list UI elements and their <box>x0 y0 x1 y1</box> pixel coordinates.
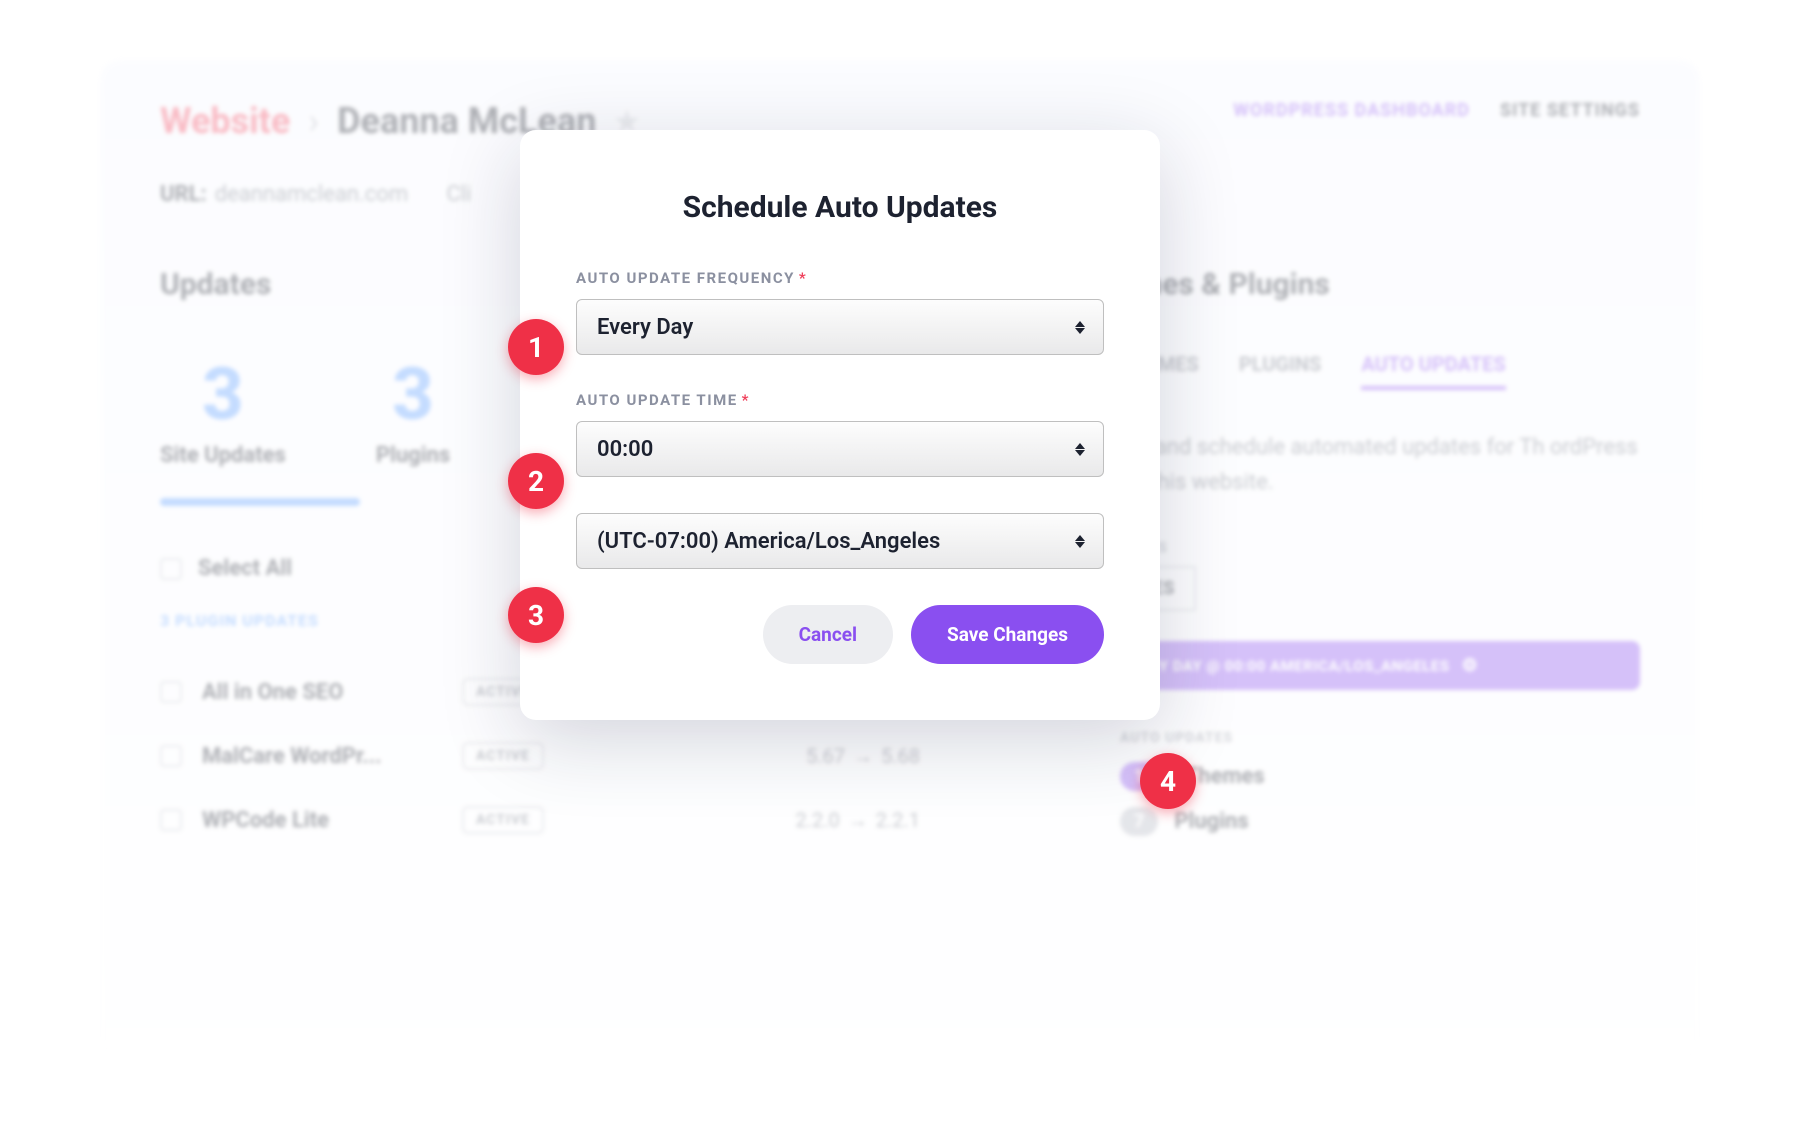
step-marker-3: 3 <box>508 587 564 643</box>
frequency-select[interactable]: Every Day <box>576 299 1104 355</box>
gear-icon[interactable]: ⚙ <box>1462 655 1479 676</box>
chevron-updown-icon <box>1075 535 1085 548</box>
plugin-checkbox[interactable] <box>160 681 182 703</box>
select-all-label: Select All <box>198 556 292 581</box>
select-all-checkbox[interactable] <box>160 558 182 580</box>
frequency-label: AUTO UPDATE FREQUENCY* <box>576 269 1104 287</box>
status-badge: ACTIVE <box>462 806 544 834</box>
schedule-text: ERY DAY @ 00:00 AMERICA/LOS_ANGELES <box>1140 657 1450 675</box>
step-marker-4: 4 <box>1140 753 1196 809</box>
tab-auto-updates[interactable]: AUTO UPDATES <box>1361 352 1505 390</box>
auto-updates-label: AUTO UPDATES <box>1120 730 1640 746</box>
themes-plugins-heading: emes & Plugins <box>1120 267 1640 302</box>
tab-underline <box>160 498 360 506</box>
client-label: Cli <box>446 182 471 207</box>
chevron-updown-icon <box>1075 321 1085 334</box>
tab-plugins[interactable]: PLUGINS <box>1239 352 1321 390</box>
chevron-updown-icon <box>1075 443 1085 456</box>
right-tabs: THEMES PLUGINS AUTO UPDATES <box>1120 352 1640 390</box>
time-label: AUTO UPDATE TIME* <box>576 391 1104 409</box>
timezone-value: (UTC-07:00) America/Los_Angeles <box>597 529 940 554</box>
auto-updates-themes[interactable]: 10 Themes <box>1120 762 1640 791</box>
version-range: 5.67→5.68 <box>806 744 920 769</box>
schedule-chip[interactable]: ERY DAY @ 00:00 AMERICA/LOS_ANGELES ⚙ <box>1120 641 1640 690</box>
dates-label: DATES <box>1120 540 1640 556</box>
plugin-checkbox[interactable] <box>160 809 182 831</box>
save-changes-button[interactable]: Save Changes <box>911 605 1104 664</box>
time-select[interactable]: 00:00 <box>576 421 1104 477</box>
status-badge: ACTIVE <box>462 742 544 770</box>
auto-updates-description: ble and schedule automated updates for T… <box>1120 430 1640 500</box>
cancel-button[interactable]: Cancel <box>763 605 893 664</box>
auto-updates-plugins[interactable]: 7 Plugins <box>1120 807 1640 836</box>
stat-site-updates[interactable]: 3 Site Updates <box>160 352 286 468</box>
version-range: 2.2.0→2.2.1 <box>795 808 920 833</box>
breadcrumb-root[interactable]: Website <box>160 100 290 142</box>
timezone-select[interactable]: (UTC-07:00) America/Los_Angeles <box>576 513 1104 569</box>
step-marker-1: 1 <box>508 319 564 375</box>
time-value: 00:00 <box>597 437 653 462</box>
chevron-right-icon: › <box>308 100 319 142</box>
wordpress-dashboard-button[interactable]: WORDPRESS DASHBOARD <box>1233 100 1470 121</box>
modal-title: Schedule Auto Updates <box>576 190 1104 225</box>
url-label: URL: <box>160 182 207 207</box>
stat-plugins[interactable]: 3 Plugins <box>376 352 450 468</box>
site-settings-button[interactable]: SITE SETTINGS <box>1500 100 1640 121</box>
url-value: deannamclean.com <box>215 182 408 207</box>
step-marker-2: 2 <box>508 453 564 509</box>
plugin-row[interactable]: WPCode Lite ACTIVE 2.2.0→2.2.1 <box>160 788 1040 852</box>
plugin-checkbox[interactable] <box>160 745 182 767</box>
frequency-value: Every Day <box>597 315 693 340</box>
plugin-row[interactable]: MalCare WordPr... ACTIVE 5.67→5.68 <box>160 724 1040 788</box>
schedule-auto-updates-modal: Schedule Auto Updates AUTO UPDATE FREQUE… <box>520 130 1160 720</box>
